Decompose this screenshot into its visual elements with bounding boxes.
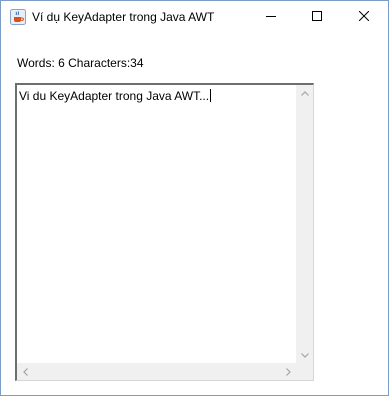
text-caret: [210, 89, 212, 102]
minimize-icon: [266, 8, 276, 26]
horizontal-scrollbar[interactable]: [17, 363, 297, 380]
maximize-icon: [312, 8, 322, 26]
vertical-scrollbar[interactable]: [296, 85, 313, 364]
close-icon: [358, 8, 370, 26]
java-coffee-cup-icon: [10, 9, 26, 25]
scroll-down-icon[interactable]: [296, 347, 313, 364]
title-bar[interactable]: Ví dụ KeyAdapter trong Java AWT: [1, 1, 388, 33]
scroll-left-icon[interactable]: [17, 363, 34, 380]
window-title: Ví dụ KeyAdapter trong Java AWT: [32, 10, 215, 24]
text-area[interactable]: Vi du KeyAdapter trong Java AWT...: [15, 83, 314, 381]
maximize-button[interactable]: [294, 1, 340, 33]
minimize-button[interactable]: [248, 1, 294, 33]
text-area-value[interactable]: Vi du KeyAdapter trong Java AWT...: [19, 89, 209, 103]
text-area-content[interactable]: Vi du KeyAdapter trong Java AWT...: [19, 89, 212, 103]
scroll-up-icon[interactable]: [296, 85, 313, 102]
scrollbar-corner: [296, 363, 313, 380]
close-button[interactable]: [341, 1, 387, 33]
word-count-label: Words: 6 Characters:34: [17, 56, 144, 70]
app-window: Ví dụ KeyAdapter trong Java AWT Words: 6…: [0, 0, 389, 396]
scroll-right-icon[interactable]: [280, 363, 297, 380]
